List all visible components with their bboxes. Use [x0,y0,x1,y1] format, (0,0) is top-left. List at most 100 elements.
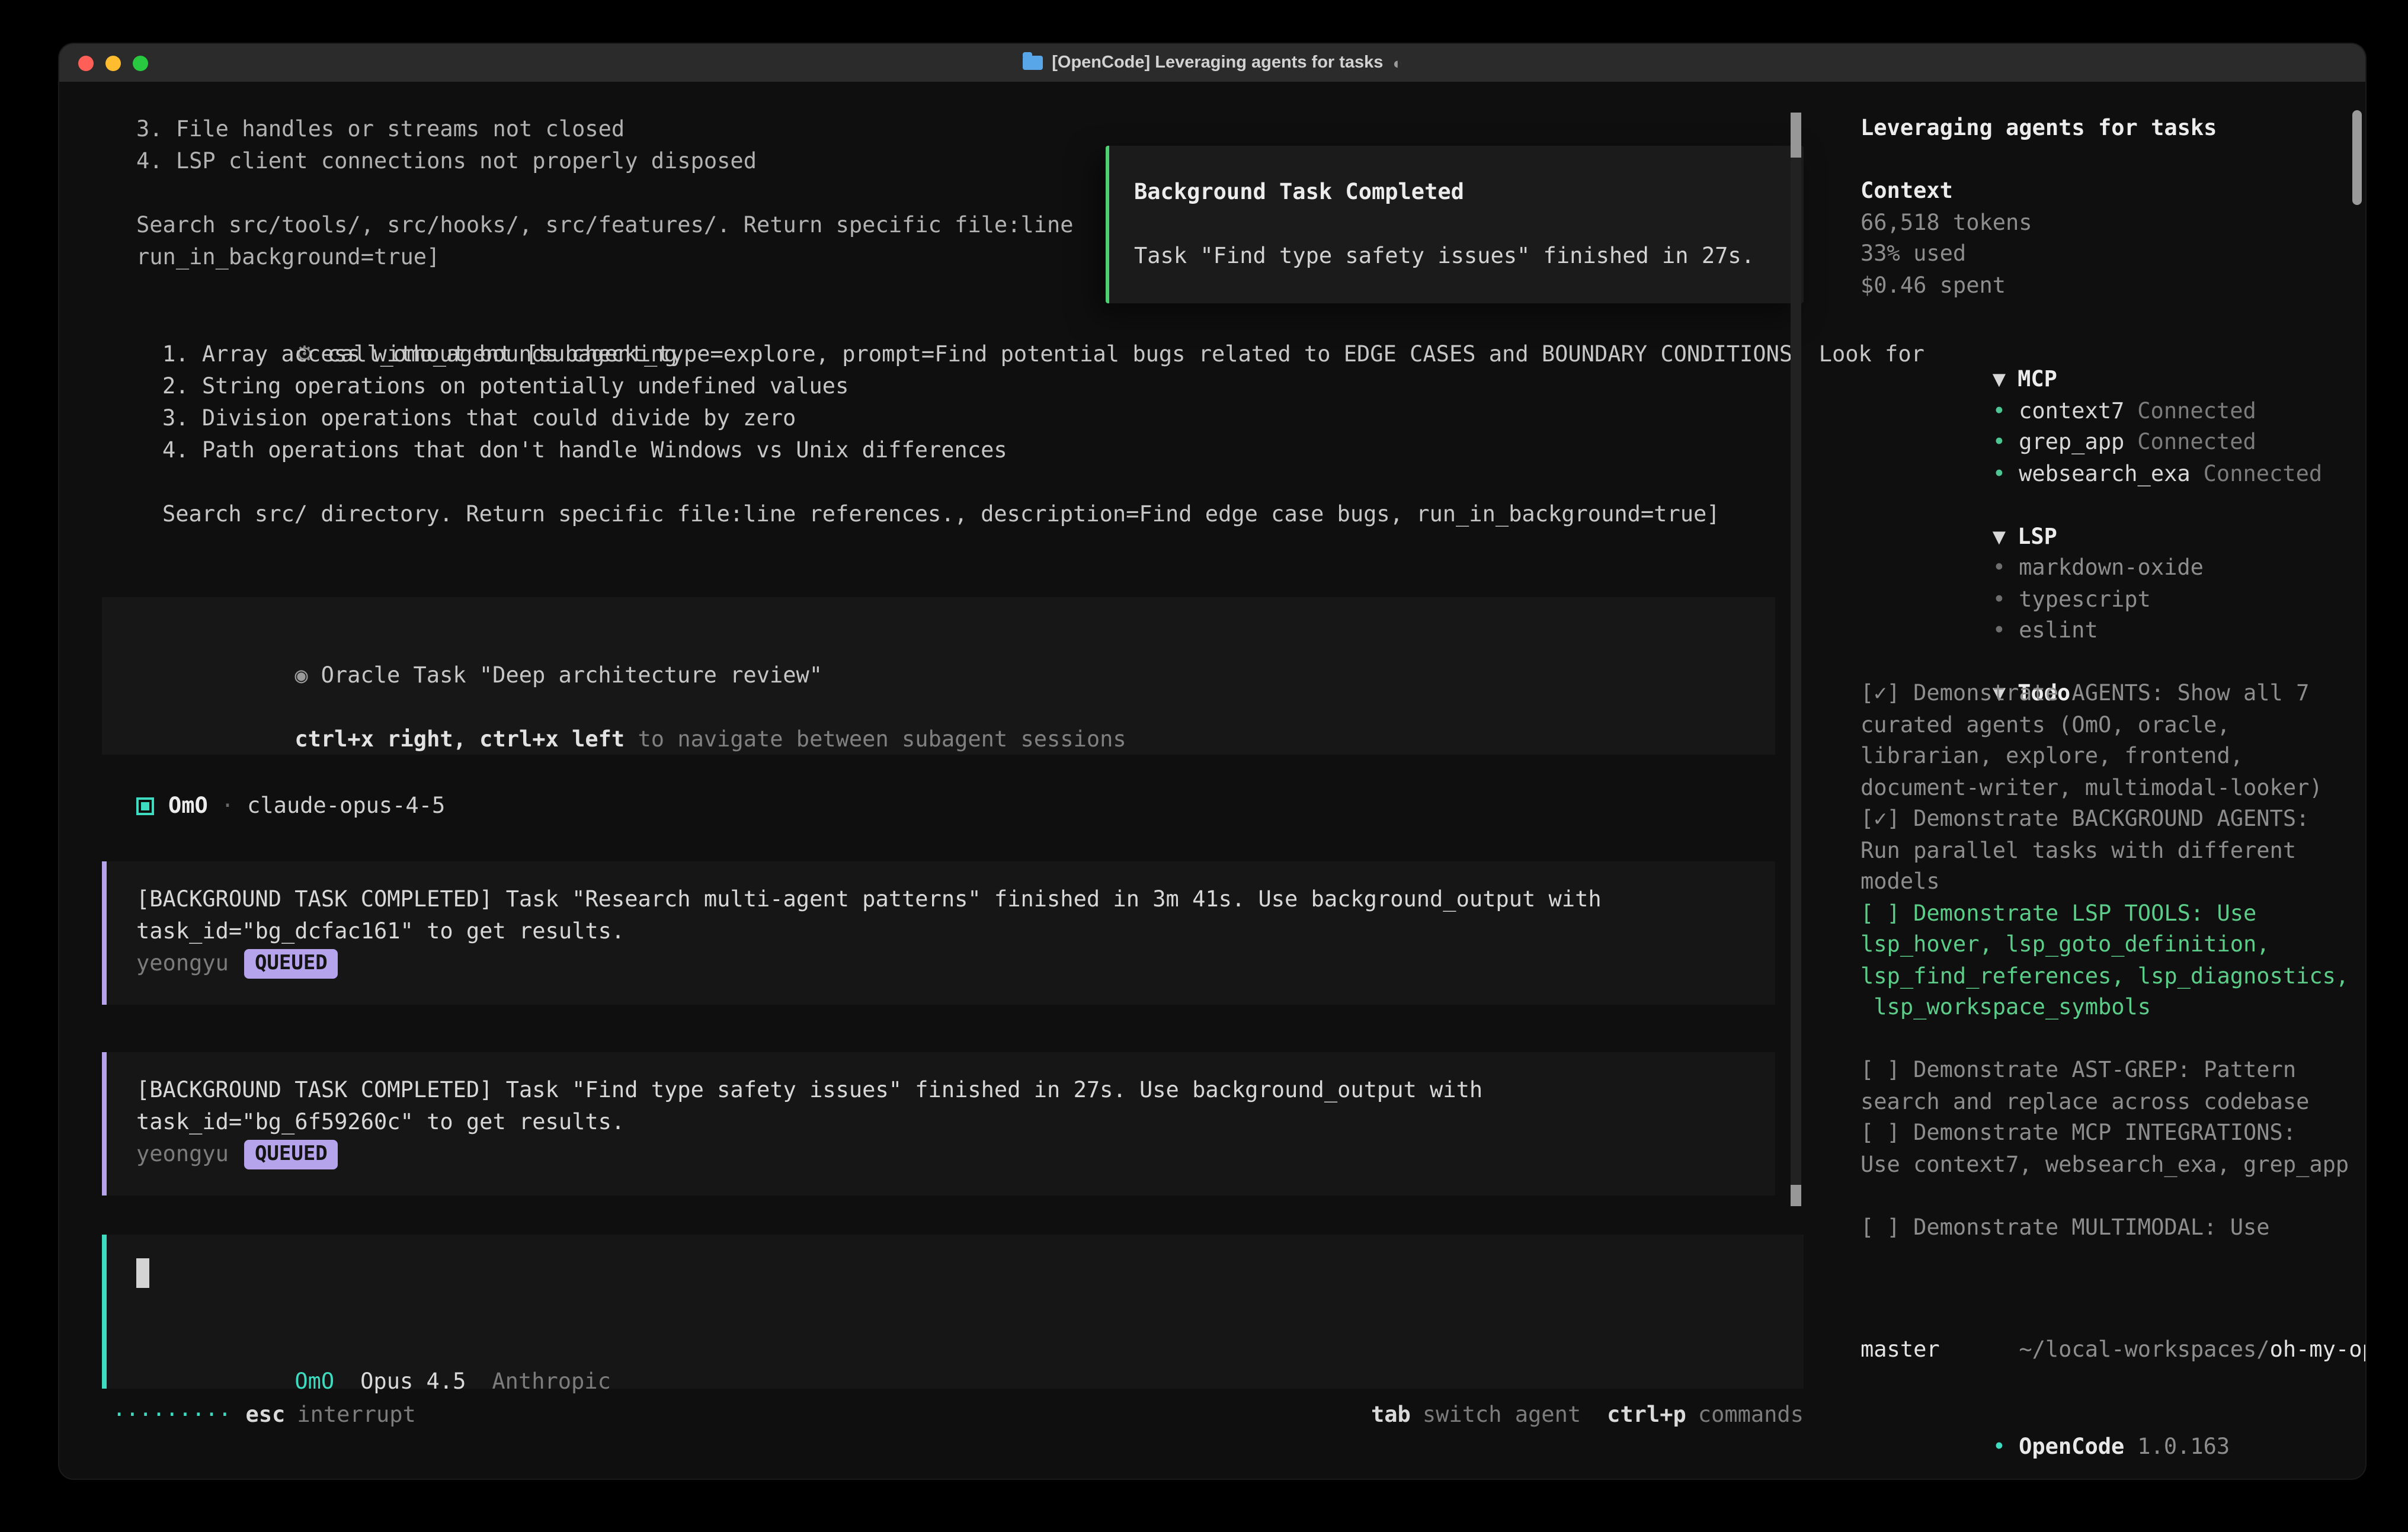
tab-key-hint: tab [1371,1403,1411,1428]
spinner-dots-icon: ········· [113,1403,232,1428]
oracle-task-panel: ◉Oracle Task "Deep architecture review" … [102,597,1775,755]
traffic-lights [78,44,148,82]
mcp-header[interactable]: ▼MCP [1861,334,2365,365]
todo-active-line: lsp_hover, lsp_goto_definition, [1861,930,2365,961]
bullet-icon: • [1993,618,2006,643]
sidebar-scrollbar-thumb[interactable] [2352,110,2362,205]
activity-timer-icon: ◐ [1392,54,1402,72]
tool-call-head: ⚙call_omo_agent [subagent_type=explore, … [136,307,1925,339]
workspace-repo: oh-my-opencode: [2270,1337,2365,1362]
task-meta: yeongyu QUEUED [136,948,1775,980]
context-spent: $0.46 spent [1861,271,2365,302]
mcp-status: Connected [2137,399,2256,424]
chat-pane: 3. File handles or streams not closed 4.… [59,82,1834,1479]
todo-pending-line: [ ] Demonstrate MCP INTEGRATIONS: [1861,1118,2365,1150]
keybind-hint: ctrl+x right, ctrl+x left [294,727,625,752]
spacer-line [1861,1024,2365,1056]
todo-pending-line: [ ] Demonstrate MULTIMODAL: Use [1861,1213,2365,1244]
todo-active-line: [ ] Demonstrate LSP TOOLS: Use [1861,899,2365,930]
app-version-footer: •OpenCode1.0.163 [1861,1399,2230,1431]
todo-done-line: models [1861,867,2365,899]
agent-name: OmO [168,794,208,819]
scrollbar-thumb[interactable] [1791,1185,1801,1206]
todo-active-line: lsp_find_references, lsp_diagnostics, [1861,961,2365,993]
status-bar: ········· esc interrupt tabswitch agent … [59,1399,1834,1431]
status-bar-right: tabswitch agent ctrl+pcommands [1371,1403,1804,1428]
log-line: Search src/tools/, src/hooks/, src/featu… [136,210,1074,242]
spacer-line [1861,145,2365,177]
todo-done-line: curated agents (OmO, oracle, [1861,710,2365,742]
log-line: 4. LSP client connections not properly d… [136,146,1074,178]
task-user: yeongyu [136,1139,229,1171]
window-title-group: [OpenCode] Leveraging agents for tasks ◐ [1022,53,1402,72]
scrollbar-thumb[interactable] [1791,113,1801,158]
todo-pending-line: Use context7, websearch_exa, grep_app [1861,1150,2365,1181]
collapse-triangle-icon: ▼ [1993,524,2006,549]
mcp-header-label: MCP [2018,367,2057,392]
lsp-header-label: LSP [2018,524,2057,549]
app-name: OpenCode [2019,1435,2124,1460]
todo-pending-line: search and replace across codebase [1861,1087,2365,1118]
todo-done-line: librarian, explore, frontend, [1861,742,2365,773]
mcp-name: grep_app [2019,430,2124,455]
minimize-button[interactable] [105,55,121,70]
window-body: 3. File handles or streams not closed 4.… [59,82,2365,1479]
mcp-name: websearch_exa [2019,461,2191,486]
status-badge: QUEUED [244,949,338,979]
background-task-toast: Background Task Completed Task "Find typ… [1106,146,1804,303]
task-line: task_id="bg_6f59260c" to get results. [136,1107,1775,1139]
agent-header: OmO · claude-opus-4-5 [136,790,445,822]
workspace-path: ~/local-workspaces/ [2019,1337,2269,1362]
log-block-top: 3. File handles or streams not closed 4.… [136,114,1074,274]
lsp-name: markdown-oxide [2019,556,2204,581]
context-used: 33% used [1861,239,2365,271]
mcp-status: Connected [2204,461,2323,486]
session-title: Leveraging agents for tasks [1861,114,2365,145]
text-cursor [136,1258,149,1288]
log-line: run_in_background=true] [136,242,1074,274]
prompt-input[interactable]: OmOOpus 4.5Anthropic [102,1235,1804,1389]
lsp-name: typescript [2019,587,2151,612]
agent-model: claude-opus-4-5 [247,794,445,819]
spacer-line [1861,302,2365,334]
todo-done-line: document-writer, multimodal-looker) [1861,773,2365,805]
titlebar: [OpenCode] Leveraging agents for tasks ◐ [59,44,2365,82]
task-card: [BACKGROUND TASK COMPLETED] Task "Find t… [102,1052,1775,1196]
bullet-icon: • [1993,1435,2006,1460]
workspace-path-line: ~/local-workspaces/oh-my-opencode: [1861,1303,2365,1335]
record-icon: ◉ [294,664,308,688]
task-line: [BACKGROUND TASK COMPLETED] Task "Find t… [136,1075,1775,1107]
workspace-info: ~/local-workspaces/oh-my-opencode: maste… [1861,1303,2365,1366]
close-button[interactable] [78,55,94,70]
tool-call-line: 4. Path operations that don't handle Win… [162,435,1925,467]
chat-scrollbar[interactable] [1791,113,1801,1206]
agent-square-icon [136,797,154,815]
bullet-icon: • [1993,556,2006,581]
screen: [OpenCode] Leveraging agents for tasks ◐… [0,0,2408,1532]
oracle-hint-line: ctrl+x right, ctrl+x left to navigate be… [136,692,1775,724]
todo-pending-line: [ ] Demonstrate AST-GREP: Pattern [1861,1056,2365,1087]
mcp-name: context7 [2019,399,2124,424]
folder-icon [1022,56,1042,70]
mcp-status: Connected [2137,430,2256,455]
esc-key-hint: esc [246,1403,286,1428]
status-badge: QUEUED [244,1140,338,1169]
task-card: [BACKGROUND TASK COMPLETED] Task "Resear… [102,861,1775,1005]
task-line: task_id="bg_dcfac161" to get results. [136,916,1775,948]
todo-done-line: [✓] Demonstrate BACKGROUND AGENTS: [1861,805,2365,836]
bullet-icon: • [1993,399,2006,424]
todo-active-line: lsp_workspace_symbols [1861,993,2365,1024]
collapse-triangle-icon: ▼ [1993,367,2006,392]
spacer-line [136,178,1074,210]
tool-call-line: 2. String operations on potentially unde… [162,371,1925,403]
ctrlp-key-hint: ctrl+p [1607,1403,1686,1428]
bullet-icon: • [1993,587,2006,612]
tool-call-block: ⚙call_omo_agent [subagent_type=explore, … [136,307,1925,531]
todo-done-line: [✓] Demonstrate AGENTS: Show all 7 [1861,679,2365,710]
sidebar: Leveraging agents for tasks Context 66,5… [1834,82,2365,1479]
opencode-window: [OpenCode] Leveraging agents for tasks ◐… [59,44,2365,1479]
bullet-icon: • [1993,461,2006,486]
log-line: 3. File handles or streams not closed [136,114,1074,146]
window-title: [OpenCode] Leveraging agents for tasks [1052,53,1383,72]
zoom-button[interactable] [133,55,148,70]
